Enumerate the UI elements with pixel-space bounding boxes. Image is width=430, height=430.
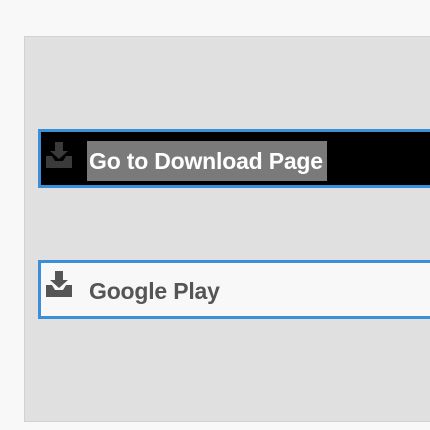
download-panel [24,36,430,422]
google-play-button[interactable]: Google Play [38,260,430,319]
download-tray-icon [44,269,74,299]
download-tray-icon [44,140,74,170]
go-to-download-page-button[interactable]: Go to Download Page [38,129,430,188]
go-to-download-page-label: Go to Download Page [87,141,327,181]
google-play-label: Google Play [89,278,220,304]
